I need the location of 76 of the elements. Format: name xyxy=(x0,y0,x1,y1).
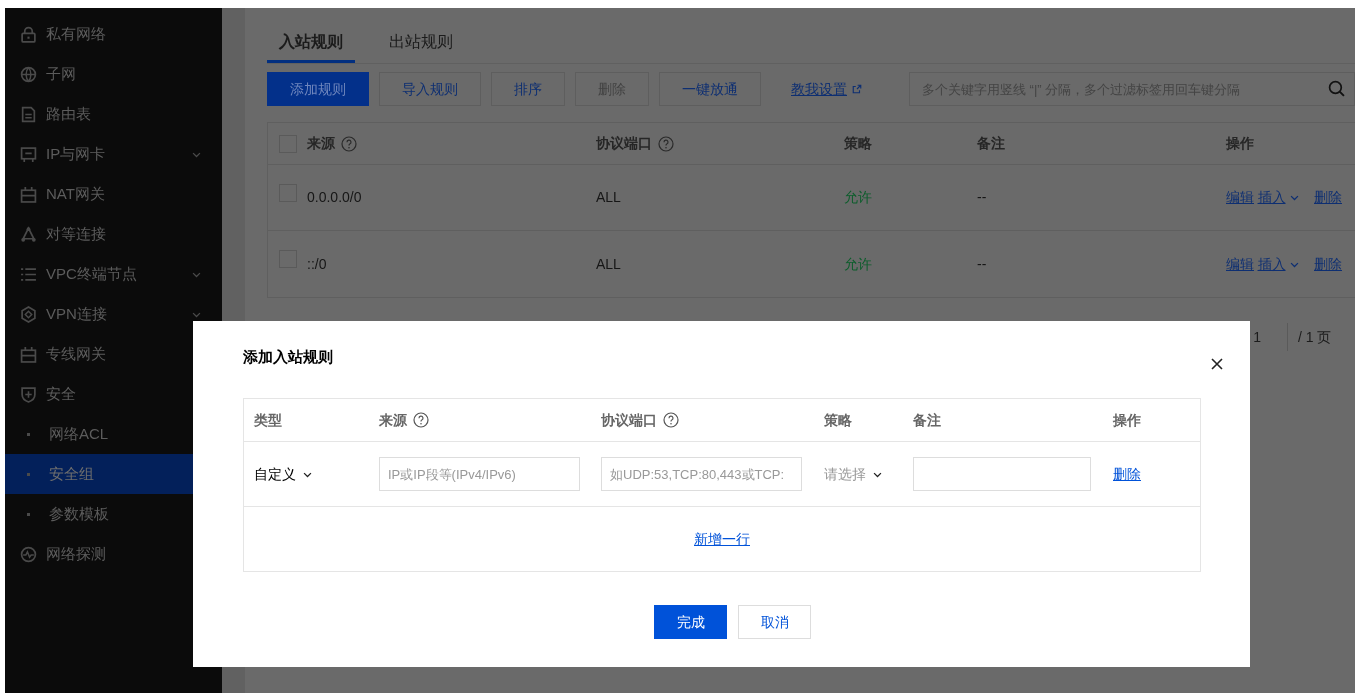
add-button[interactable]: 添加规则 xyxy=(267,72,369,106)
column-header: 操作 xyxy=(1226,134,1254,153)
insert-dropdown[interactable]: 插入 xyxy=(1257,253,1300,275)
sidebar-item[interactable]: IP与网卡 xyxy=(5,134,222,174)
help-icon xyxy=(663,412,679,428)
port-input[interactable]: 如UDP:53,TCP:80,443或TCP: xyxy=(601,457,802,491)
lock-icon xyxy=(20,25,37,43)
delete-link[interactable]: 删除 xyxy=(1314,187,1342,208)
sidebar-item[interactable]: 子网 xyxy=(5,54,222,94)
gateway-icon xyxy=(20,185,37,203)
port-cell: ALL xyxy=(596,189,621,205)
help-icon xyxy=(413,412,429,428)
source-input[interactable]: IP或IP段等(IPv4/IPv6) xyxy=(379,457,580,491)
tab[interactable]: 入站规则 xyxy=(267,30,355,63)
shield-icon xyxy=(20,385,37,403)
column-header: 策略 xyxy=(844,134,872,153)
edit-link[interactable]: 编辑 xyxy=(1226,253,1254,275)
sidebar-item[interactable]: 网络ACL xyxy=(5,414,222,454)
external-link-icon xyxy=(852,84,862,94)
search-icon xyxy=(1328,80,1345,97)
column-header: 备注 xyxy=(913,410,941,430)
toolbar-button[interactable]: 一键放通 xyxy=(659,72,761,106)
port-cell: ALL xyxy=(596,255,621,272)
page-total: / 1 页 xyxy=(1297,328,1333,347)
sidebar-item[interactable]: 网络探测 xyxy=(5,534,222,574)
sidebar-item[interactable]: VPC终端节点 xyxy=(5,254,222,294)
delete-link[interactable]: 删除 xyxy=(1113,465,1141,482)
note-cell: -- xyxy=(977,189,987,205)
list-icon xyxy=(20,265,37,283)
insert-dropdown[interactable]: 插入 xyxy=(1257,187,1300,208)
sidebar-item[interactable]: NAT网关 xyxy=(5,174,222,214)
type-select[interactable]: 自定义 xyxy=(254,463,313,485)
sidebar-item[interactable]: 专线网关 xyxy=(5,334,222,374)
column-header: 策略 xyxy=(824,410,852,430)
toolbar-button[interactable]: 导入规则 xyxy=(379,72,481,106)
sidebar-item[interactable]: 路由表 xyxy=(5,94,222,134)
gateway-icon xyxy=(20,345,37,363)
help-link[interactable]: 教我设置 xyxy=(791,78,862,100)
source-cell: 0.0.0.0/0 xyxy=(307,189,362,205)
column-header: 操作 xyxy=(1113,410,1141,430)
note-cell: -- xyxy=(977,255,987,272)
policy-cell: 允许 xyxy=(844,189,872,205)
sidebar-item[interactable]: 安全 xyxy=(5,374,222,414)
note-input[interactable] xyxy=(913,457,1091,491)
help-icon xyxy=(341,135,357,152)
sidebar-item[interactable]: 参数模板 xyxy=(5,494,222,534)
dialog-title: 添加入站规则 xyxy=(243,348,333,366)
nodes-icon xyxy=(20,225,37,243)
globe-icon xyxy=(20,65,37,83)
tab[interactable]: 出站规则 xyxy=(377,30,465,63)
column-header: 协议端口 xyxy=(596,134,652,153)
confirm-button[interactable]: 完成 xyxy=(654,605,727,639)
help-icon xyxy=(658,135,674,152)
pulse-icon xyxy=(20,545,37,563)
monitor-icon xyxy=(20,145,37,163)
policy-select[interactable]: 请选择 xyxy=(824,463,883,485)
sidebar-item[interactable]: 私有网络 xyxy=(5,14,222,54)
column-header: 来源 xyxy=(379,410,407,430)
column-header: 类型 xyxy=(254,410,282,430)
policy-cell: 允许 xyxy=(844,255,872,272)
edit-link[interactable]: 编辑 xyxy=(1226,187,1254,208)
sidebar-item[interactable]: VPN连接 xyxy=(5,294,222,334)
document-icon xyxy=(20,105,37,123)
bullet-icon xyxy=(27,432,30,436)
bullet-icon xyxy=(27,472,30,476)
sidebar-item[interactable]: 对等连接 xyxy=(5,214,222,254)
source-cell: ::/0 xyxy=(307,255,327,272)
column-header: 协议端口 xyxy=(601,410,657,430)
column-header: 备注 xyxy=(977,134,1005,153)
delete-link[interactable]: 删除 xyxy=(1314,253,1342,275)
bullet-icon xyxy=(27,512,30,516)
column-header: 来源 xyxy=(307,134,335,153)
vpn-icon xyxy=(20,305,37,323)
add-row-link[interactable]: 新增一行 xyxy=(694,528,750,550)
cancel-button[interactable]: 取消 xyxy=(738,605,811,639)
toolbar-button[interactable]: 排序 xyxy=(491,72,565,106)
